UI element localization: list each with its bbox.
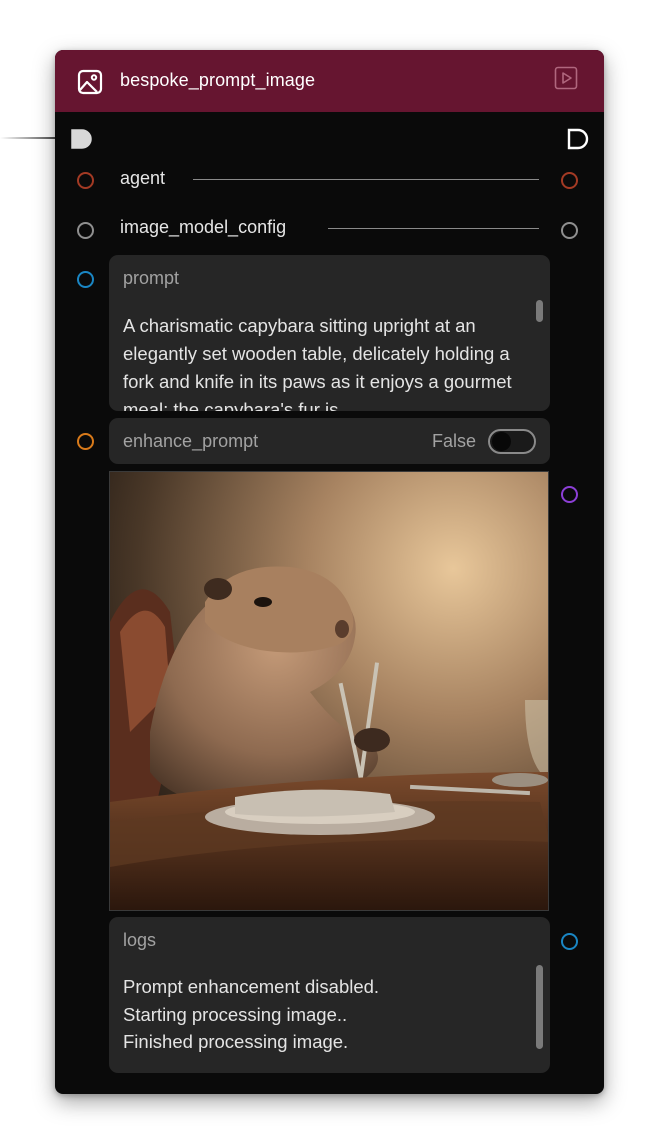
image-model-config-label: image_model_config <box>120 217 287 237</box>
enhance-prompt-toggle[interactable] <box>488 429 536 454</box>
agent-input-socket[interactable] <box>77 172 94 189</box>
image-output-socket[interactable] <box>561 486 578 503</box>
image-model-config-passthrough-line <box>328 228 539 229</box>
agent-label: agent <box>120 168 166 188</box>
enhance-prompt-value: False <box>431 431 476 451</box>
enhance-prompt-field[interactable]: enhance_prompt False <box>109 418 550 464</box>
agent-passthrough-line <box>193 179 539 180</box>
node-bespoke-prompt-image[interactable]: bespoke_prompt_image agent image_model_c… <box>55 50 604 1094</box>
node-header[interactable]: bespoke_prompt_image <box>55 50 604 112</box>
agent-output-socket[interactable] <box>561 172 578 189</box>
play-icon[interactable] <box>554 66 578 90</box>
exec-input-socket[interactable] <box>70 128 92 150</box>
capybara-dining-image <box>110 472 548 910</box>
image-model-config-input-socket[interactable] <box>77 222 94 239</box>
prompt-input-socket[interactable] <box>77 271 94 288</box>
image-icon <box>77 69 103 95</box>
logs-label: logs <box>123 930 157 950</box>
image-model-config-output-socket[interactable] <box>561 222 578 239</box>
incoming-exec-wire <box>0 137 60 139</box>
prompt-scrollbar[interactable] <box>536 300 543 322</box>
prompt-label: prompt <box>123 268 180 288</box>
node-title: bespoke_prompt_image <box>120 70 316 90</box>
exec-output-socket[interactable] <box>567 128 589 150</box>
logs-output-socket[interactable] <box>561 933 578 950</box>
logs-scrollbar[interactable] <box>536 965 543 1049</box>
generated-image <box>109 471 549 911</box>
enhance-prompt-input-socket[interactable] <box>77 433 94 450</box>
toggle-knob <box>492 432 511 451</box>
logs-textarea[interactable]: logs Prompt enhancement disabled. Starti… <box>109 917 550 1073</box>
prompt-text[interactable]: A charismatic capybara sitting upright a… <box>123 312 528 411</box>
enhance-prompt-label: enhance_prompt <box>123 431 259 451</box>
logs-text[interactable]: Prompt enhancement disabled. Starting pr… <box>123 973 528 1056</box>
prompt-textarea[interactable]: prompt A charismatic capybara sitting up… <box>109 255 550 411</box>
